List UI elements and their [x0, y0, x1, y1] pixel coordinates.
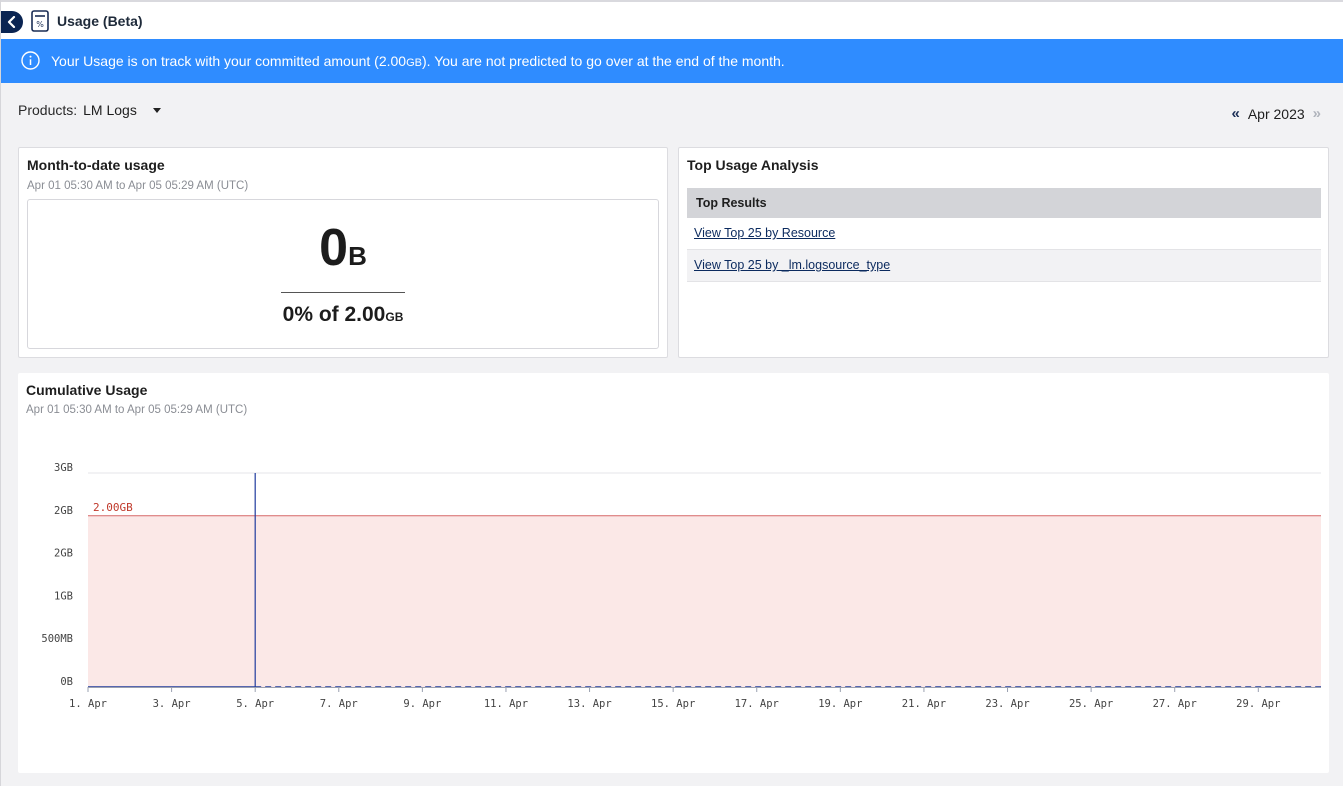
banner-message: Your Usage is on track with your committ… [51, 53, 785, 69]
view-top-25-logsource-type-link[interactable]: View Top 25 by _lm.logsource_type [694, 258, 890, 272]
info-icon [21, 51, 40, 70]
x-tick-label: 23. Apr [985, 698, 1029, 710]
y-tick-label: 2GB [54, 548, 73, 560]
next-month-icon[interactable]: » [1313, 105, 1321, 122]
products-label: Products: [18, 102, 78, 118]
x-tick-label: 3. Apr [153, 698, 191, 710]
cumulative-usage-chart: 0B 500MB 1GB 2GB 2GB 3GB 2.00GB 1. Apr 3. Apr 5. … [41, 462, 1321, 710]
x-tick-label: 17. Apr [735, 698, 779, 710]
page-title: Usage (Beta) [57, 13, 143, 29]
list-item: View Top 25 by _lm.logsource_type [687, 250, 1321, 282]
month-to-date-card: Month-to-date usage Apr 01 05:30 AM to A… [18, 147, 668, 358]
x-tick-label: 27. Apr [1153, 698, 1197, 710]
date-range: Apr 01 05:30 AM to Apr 05 05:29 AM (UTC) [27, 180, 249, 192]
previous-month-icon[interactable]: « [1231, 105, 1239, 122]
y-tick-label: 2GB [54, 505, 73, 517]
svg-text:%: % [36, 20, 44, 29]
y-tick-label: 3GB [54, 462, 73, 474]
card-title: Cumulative Usage [26, 382, 148, 398]
products-selector[interactable]: Products: LM Logs [18, 102, 161, 118]
x-tick-label: 9. Apr [403, 698, 441, 710]
caret-down-icon [152, 107, 161, 113]
view-top-25-resource-link[interactable]: View Top 25 by Resource [694, 226, 835, 240]
list-item: View Top 25 by Resource [687, 218, 1321, 250]
x-tick-label: 21. Apr [902, 698, 946, 710]
commit-label: 2.00GB [93, 501, 133, 514]
usage-value: 0B [319, 219, 367, 277]
card-title: Month-to-date usage [27, 157, 165, 173]
y-tick-label: 0B [60, 676, 73, 688]
cumulative-usage-card: 0B 500MB 1GB 2GB 2GB 3GB 2.00GB 1. Apr 3. Apr 5. … [18, 373, 1329, 773]
y-tick-label: 500MB [41, 633, 73, 645]
usage-status-banner: Your Usage is on track with your committ… [1, 39, 1343, 83]
usage-summary-box: 0B 0% of 2.00GB [27, 199, 659, 349]
back-button[interactable] [1, 11, 23, 33]
current-month: Apr 2023 [1247, 105, 1305, 122]
x-tick-label: 15. Apr [651, 698, 695, 710]
x-tick-label: 29. Apr [1236, 698, 1280, 710]
products-value: LM Logs [83, 102, 137, 118]
y-tick-label: 1GB [54, 590, 73, 602]
x-tick-label: 11. Apr [484, 698, 528, 710]
card-title: Top Usage Analysis [687, 157, 819, 173]
usage-calculator-icon: % [31, 10, 49, 32]
month-navigator: « Apr 2023 » [1231, 105, 1321, 122]
results-header: Top Results [687, 188, 1321, 218]
x-tick-label: 7. Apr [320, 698, 358, 710]
date-range: Apr 01 05:30 AM to Apr 05 05:29 AM (UTC) [26, 404, 248, 416]
x-tick-label: 13. Apr [567, 698, 611, 710]
x-tick-label: 5. Apr [236, 698, 274, 710]
x-tick-label: 25. Apr [1069, 698, 1113, 710]
x-tick-label: 19. Apr [818, 698, 862, 710]
usage-percent: 0% of 2.00GB [282, 303, 404, 326]
divider [281, 292, 405, 293]
top-usage-analysis-card: Top Usage Analysis Top Results View Top … [678, 147, 1329, 358]
commit-area [88, 515, 1321, 687]
chevron-left-icon [7, 16, 16, 28]
top-bar: % Usage (Beta) [1, 0, 1343, 39]
x-tick-label: 1. Apr [69, 698, 107, 710]
